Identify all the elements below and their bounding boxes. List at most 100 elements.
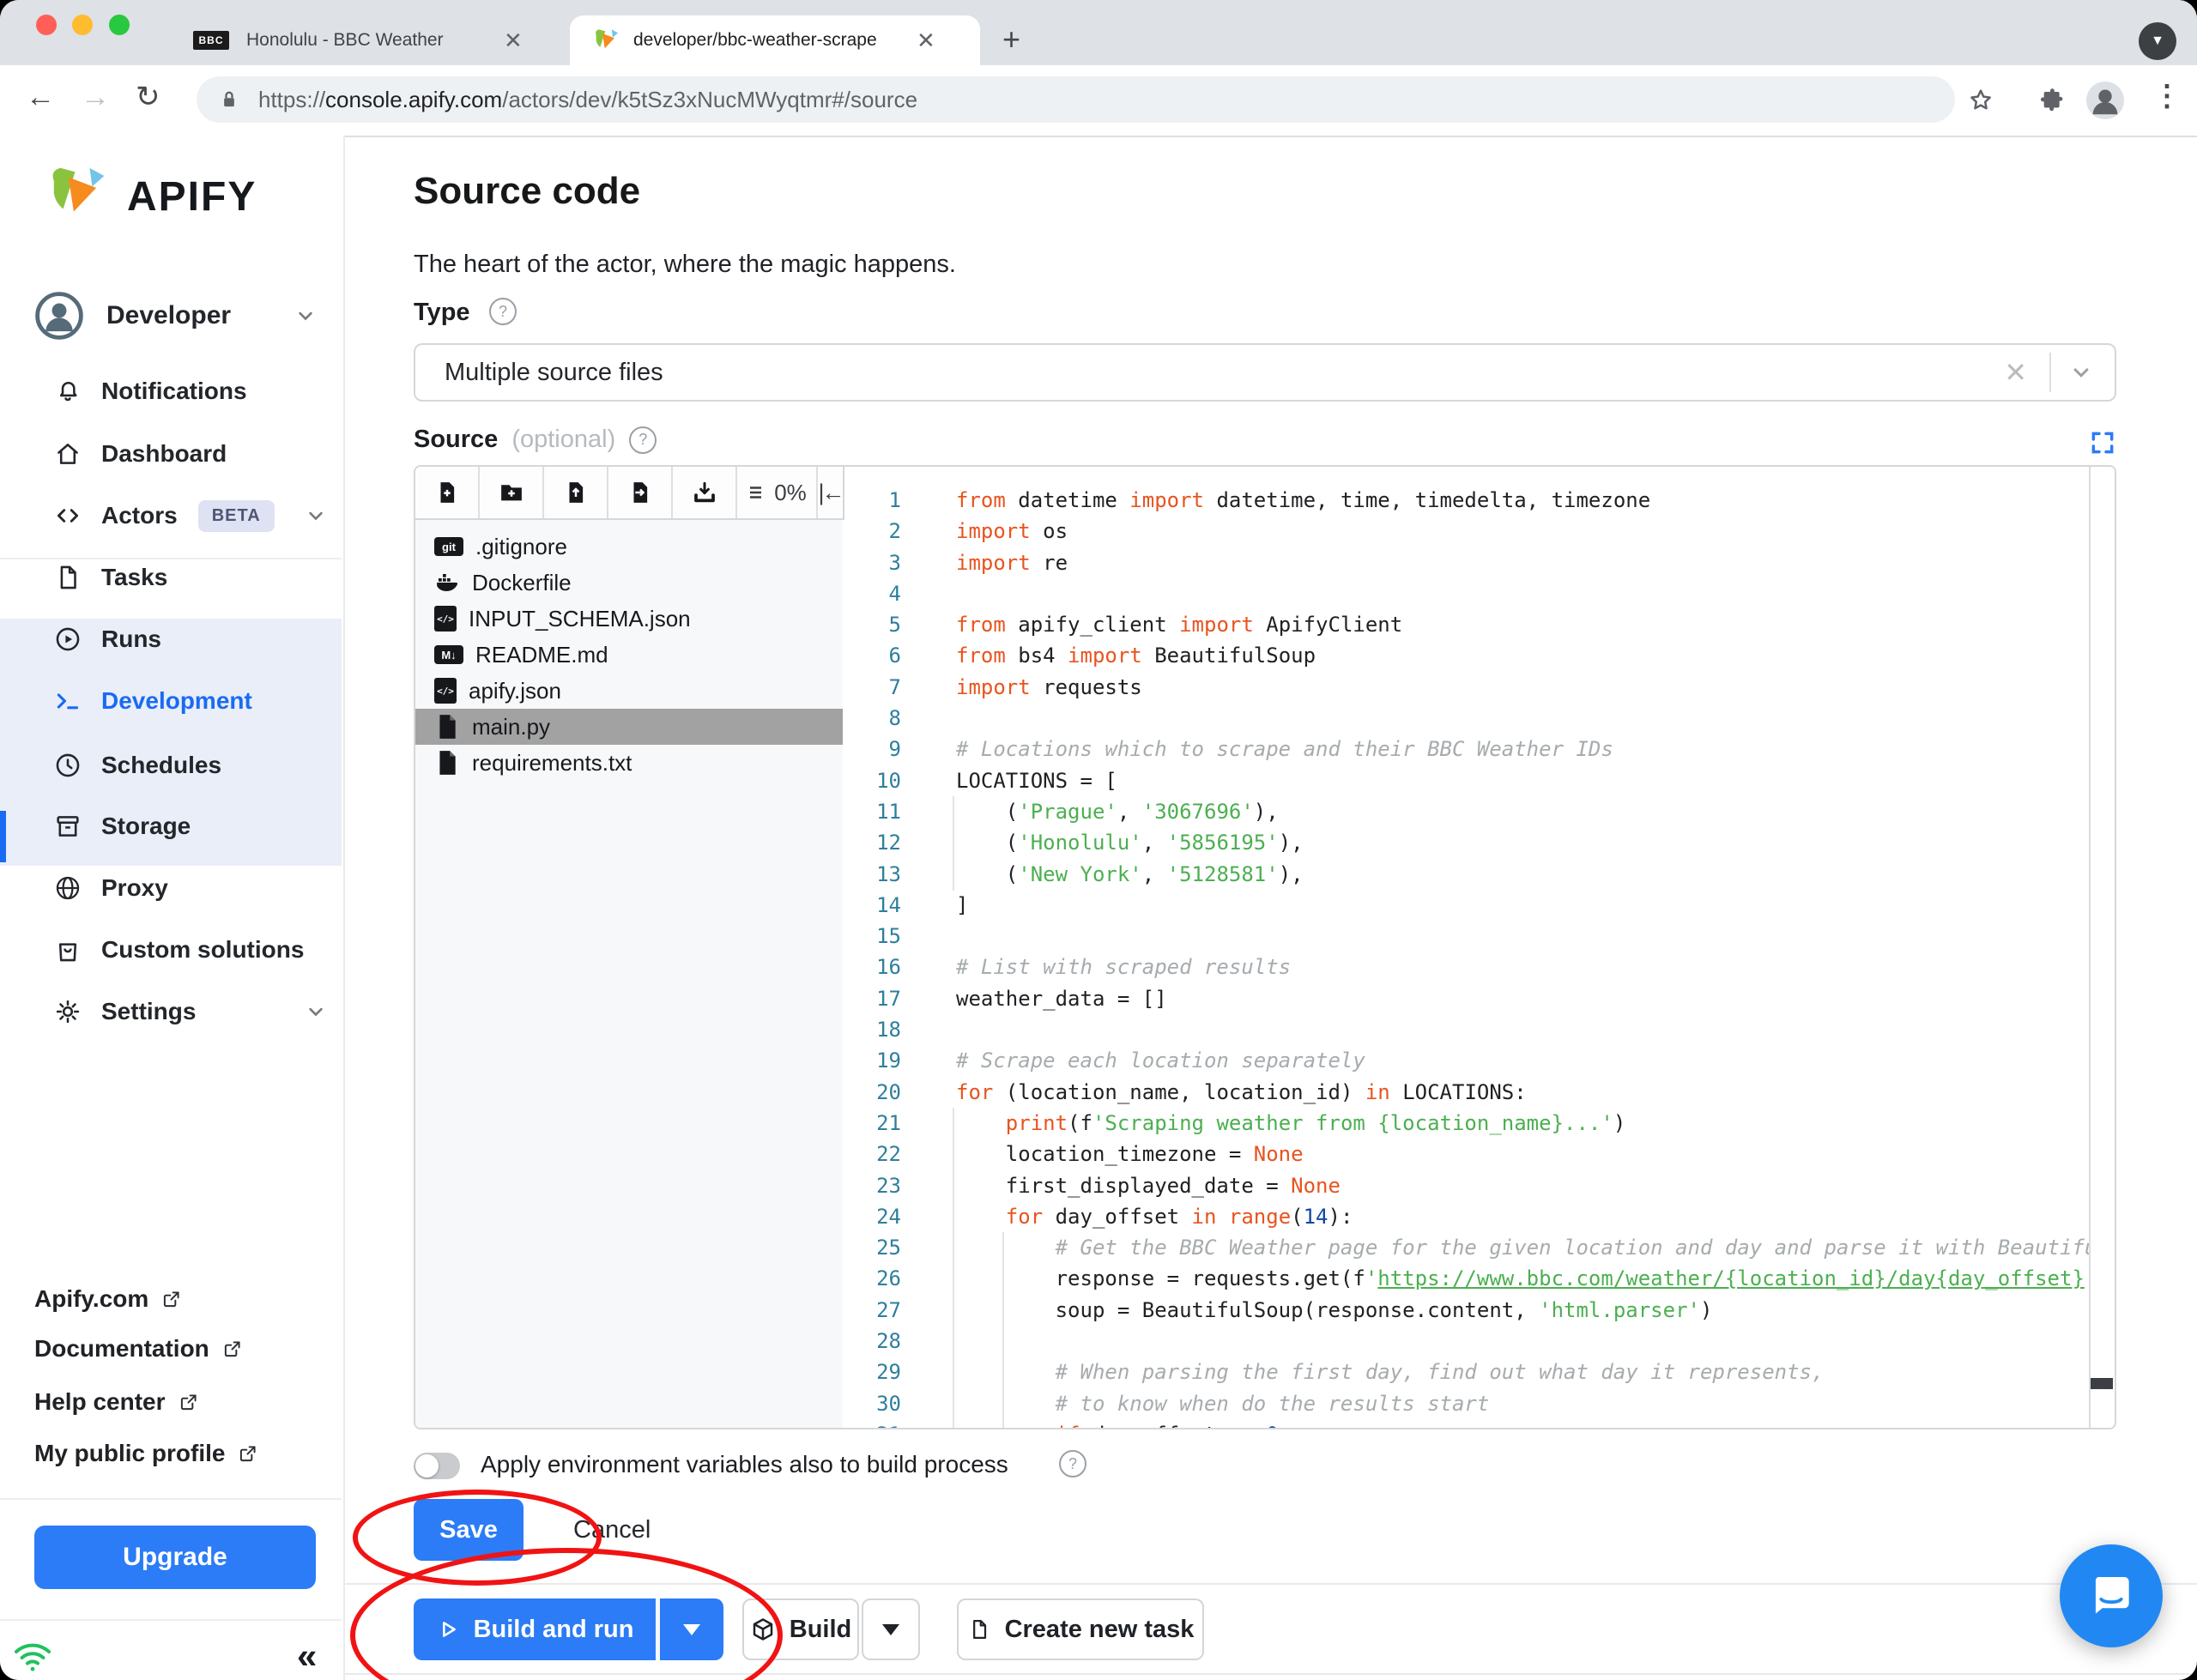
address-bar[interactable]: https://console.apify.com/actors/dev/k5t… <box>197 76 1955 123</box>
collapse-panel-icon[interactable]: |← <box>818 467 844 518</box>
file-icon <box>434 714 460 740</box>
indent-guide <box>953 796 954 891</box>
file-row-input-schema[interactable]: </> INPUT_SCHEMA.json <box>415 601 843 637</box>
back-button[interactable]: ← <box>26 82 55 112</box>
sidebar-item-tasks[interactable]: Tasks <box>53 553 328 601</box>
play-icon <box>442 1622 456 1637</box>
sidebar-item-development[interactable]: Development <box>53 677 328 725</box>
tab-bbc-weather[interactable]: BBC Honolulu - BBC Weather ✕ <box>193 17 554 63</box>
link-apify-com[interactable]: Apify.com <box>34 1285 183 1313</box>
help-icon[interactable]: ? <box>629 426 657 454</box>
new-file-button[interactable] <box>415 467 480 518</box>
link-help-center[interactable]: Help center <box>34 1388 200 1416</box>
tab-search-button[interactable]: ▼ <box>2139 22 2176 60</box>
link-documentation[interactable]: Documentation <box>34 1335 244 1363</box>
external-link-icon <box>224 1341 240 1357</box>
expand-fullscreen-icon[interactable] <box>2089 429 2116 456</box>
sidebar-item-notifications[interactable]: Notifications <box>53 367 328 415</box>
divider <box>0 1619 342 1621</box>
chevron-down-icon <box>294 304 318 328</box>
new-tab-button[interactable]: + <box>1002 24 1020 55</box>
url-text: https://console.apify.com/actors/dev/k5t… <box>258 86 918 112</box>
download-button[interactable] <box>673 467 737 518</box>
apify-favicon <box>592 27 620 54</box>
macos-minimize-button[interactable] <box>72 15 93 35</box>
link-my-public-profile[interactable]: My public profile <box>34 1440 259 1467</box>
gear-icon <box>53 997 82 1026</box>
chevron-down-icon <box>304 504 328 528</box>
globe-icon <box>53 873 82 903</box>
env-vars-toggle[interactable] <box>414 1453 460 1479</box>
sidebar-item-schedules[interactable]: Schedules <box>53 741 328 789</box>
type-select[interactable]: Multiple source files ✕ <box>414 343 2116 402</box>
file-row-gitignore[interactable]: git .gitignore <box>415 529 843 565</box>
bookmark-star-icon[interactable] <box>1966 86 1995 115</box>
browser-tab-strip: BBC Honolulu - BBC Weather ✕ developer/b… <box>0 0 2197 65</box>
save-button[interactable]: Save <box>414 1499 524 1561</box>
external-link-icon <box>180 1394 197 1411</box>
clear-selection-icon[interactable]: ✕ <box>2004 359 2027 386</box>
file-row-readme[interactable]: M↓ README.md <box>415 637 843 673</box>
env-vars-toggle-label: Apply environment variables also to buil… <box>481 1451 1008 1478</box>
code-editor[interactable]: 1 from datetime import datetime, time, ti… <box>844 467 2115 1428</box>
macos-close-button[interactable] <box>36 15 57 35</box>
file-row-dockerfile[interactable]: Dockerfile <box>415 565 843 601</box>
tab-apify-console[interactable]: developer/bbc-weather-scrape ✕ <box>570 15 980 65</box>
sidebar-collapse-button[interactable]: « <box>297 1635 317 1677</box>
divider <box>343 1673 2197 1675</box>
account-name: Developer <box>106 301 232 329</box>
scrollbar-thumb[interactable] <box>2091 1378 2113 1389</box>
apify-logo[interactable] <box>45 161 108 225</box>
file-tree: git .gitignore Dockerfile </> INPUT_SCHE… <box>415 520 843 1428</box>
cancel-button[interactable]: Cancel <box>573 1516 651 1544</box>
sidebar-item-proxy[interactable]: Proxy <box>53 864 328 912</box>
build-dropdown[interactable] <box>862 1598 920 1660</box>
create-new-task-button[interactable]: Create new task <box>957 1598 1204 1660</box>
divider <box>0 1498 342 1500</box>
help-icon[interactable]: ? <box>489 298 517 325</box>
tab-close-icon[interactable]: ✕ <box>917 29 935 51</box>
tab-title: developer/bbc-weather-scrape <box>633 30 877 50</box>
help-icon[interactable]: ? <box>1059 1450 1086 1478</box>
macos-zoom-button[interactable] <box>109 15 130 35</box>
forward-button[interactable]: → <box>81 82 110 112</box>
browser-profile-avatar[interactable] <box>2085 81 2125 120</box>
new-file-icon <box>972 1619 986 1640</box>
editor-scrollbar[interactable] <box>2089 467 2115 1428</box>
reload-button[interactable]: ↻ <box>136 82 160 112</box>
sidebar-item-actors[interactable]: Actors BETA <box>53 492 328 540</box>
file-toolbar: 0% |← <box>415 467 845 520</box>
build-button[interactable]: Build <box>742 1598 859 1660</box>
build-and-run-button[interactable]: Build and run <box>414 1598 656 1660</box>
sidebar-item-dashboard[interactable]: Dashboard <box>53 430 328 478</box>
bbc-favicon: BBC <box>193 31 229 50</box>
active-item-indicator <box>0 811 6 862</box>
list-icon <box>750 486 762 499</box>
sidebar-item-storage[interactable]: Storage <box>53 802 328 850</box>
page-title: Source code <box>414 170 641 212</box>
tab-close-icon[interactable]: ✕ <box>504 29 523 51</box>
zoom-control[interactable]: 0% <box>737 467 818 518</box>
browser-menu-icon[interactable]: ⋮ <box>2152 79 2182 113</box>
indent-guide <box>953 1108 954 1428</box>
tab-title: Honolulu - BBC Weather <box>246 30 444 50</box>
indent-guide <box>1002 1232 1004 1428</box>
chat-widget-button[interactable] <box>2060 1544 2163 1647</box>
clock-icon <box>53 751 82 780</box>
file-row-requirements[interactable]: requirements.txt <box>415 745 843 781</box>
extensions-puzzle-icon[interactable] <box>2037 87 2064 114</box>
chevron-down-icon[interactable] <box>2068 360 2094 385</box>
account-switcher[interactable]: Developer <box>34 292 318 340</box>
sidebar-item-settings[interactable]: Settings <box>53 988 328 1036</box>
upload-file-button[interactable] <box>544 467 608 518</box>
sidebar-item-custom-solutions[interactable]: Custom solutions <box>53 926 328 974</box>
new-folder-button[interactable] <box>480 467 544 518</box>
code-lines: 1 from datetime import datetime, time, ti… <box>876 488 2115 1428</box>
file-row-main-py-selected[interactable]: main.py <box>415 709 843 745</box>
import-file-button[interactable] <box>608 467 673 518</box>
build-and-run-dropdown[interactable] <box>657 1598 723 1660</box>
sidebar-item-runs[interactable]: Runs <box>53 615 328 663</box>
file-row-apify-json[interactable]: </> apify.json <box>415 673 843 709</box>
type-label: Type <box>414 299 470 326</box>
upgrade-button[interactable]: Upgrade <box>34 1526 316 1589</box>
